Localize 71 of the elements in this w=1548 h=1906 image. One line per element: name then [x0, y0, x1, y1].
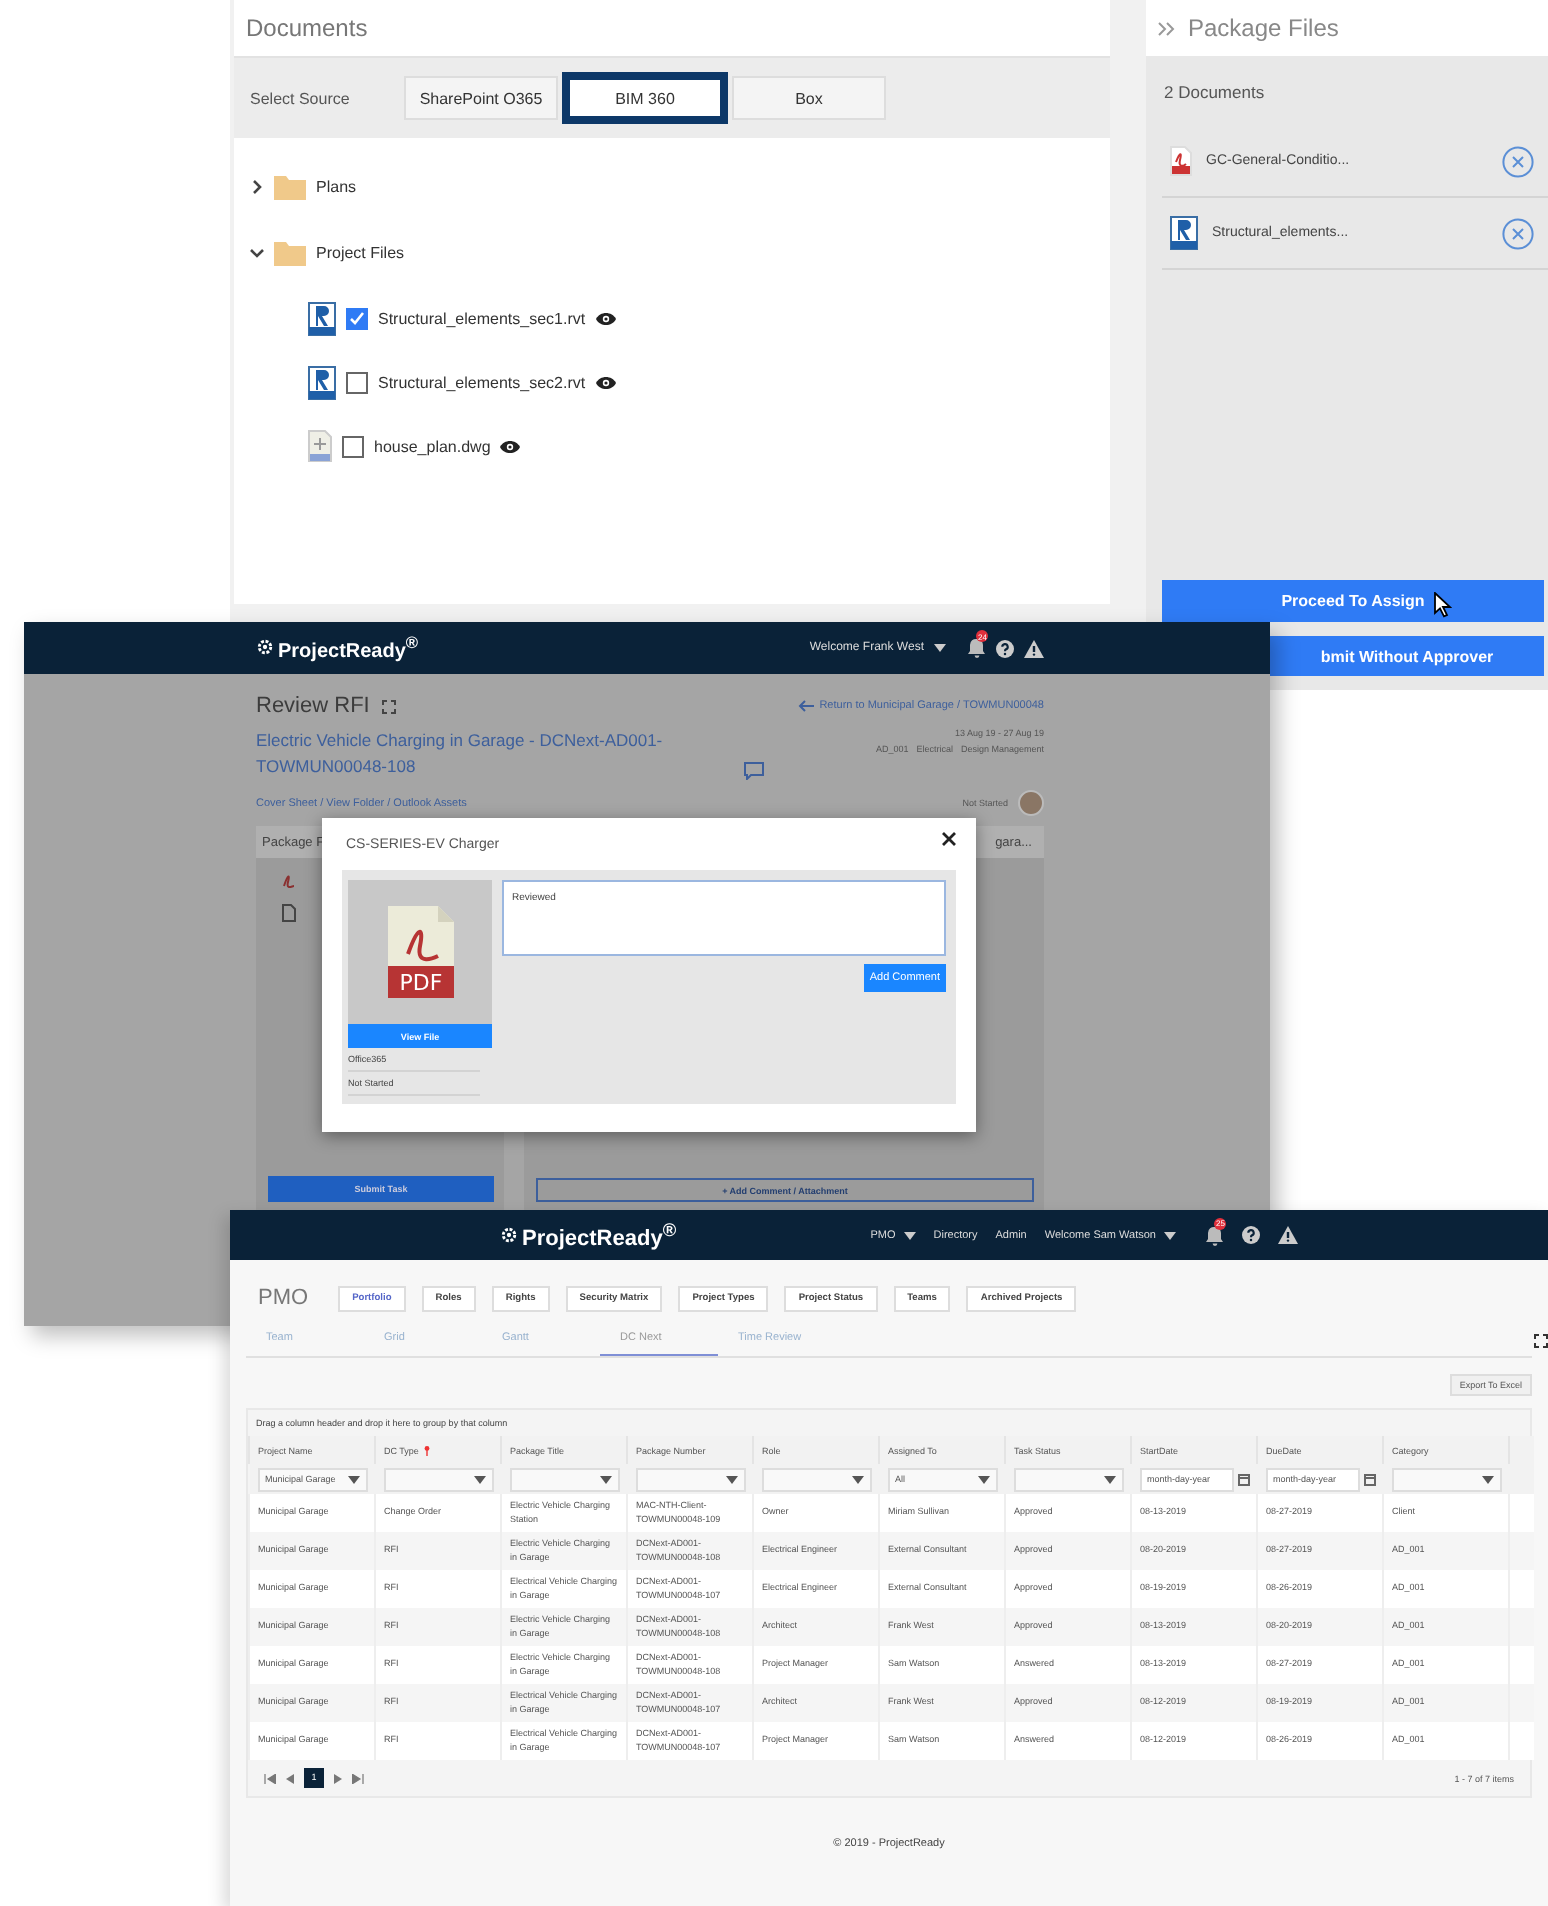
proceed-button[interactable]: Proceed To Assign — [1162, 580, 1544, 622]
submit-button[interactable]: bmit Without Approver — [1270, 636, 1544, 676]
caret-icon[interactable] — [1164, 1231, 1176, 1239]
file-name[interactable]: Structural_elements_sec1.rvt — [378, 309, 586, 327]
document-count: 2 Documents — [1162, 80, 1267, 106]
folder-label[interactable]: Plans — [316, 178, 357, 196]
eye-icon[interactable] — [595, 311, 616, 325]
caret-icon — [1481, 1475, 1493, 1483]
previous-page-icon[interactable] — [286, 1773, 294, 1783]
folder-label[interactable]: Project Files — [316, 244, 405, 262]
logo-text[interactable]: ProjectReady$^{®}$ — [522, 1219, 677, 1251]
comment-icon[interactable] — [744, 762, 764, 780]
chevron-right-icon[interactable] — [250, 180, 264, 194]
avatar — [1018, 790, 1044, 816]
remove-icon[interactable] — [1502, 145, 1534, 177]
folder-icon — [274, 174, 306, 200]
double-chevron-icon[interactable] — [1158, 21, 1176, 35]
pointer-icon — [1434, 592, 1452, 618]
arrow-left-icon — [797, 700, 814, 712]
file-name[interactable]: Structural_elements_sec2.rvt — [378, 373, 586, 391]
close-icon[interactable] — [942, 831, 956, 845]
drawing-file-icon — [308, 430, 332, 462]
warning-icon[interactable] — [1024, 639, 1044, 657]
help-icon[interactable] — [1242, 1226, 1260, 1244]
bell-icon[interactable] — [1206, 1225, 1224, 1245]
page-title: Review RFI — [256, 694, 370, 718]
checkbox[interactable] — [346, 371, 368, 393]
caret-icon — [347, 1475, 359, 1483]
logo-text[interactable]: ProjectReady$^{®}$ — [278, 632, 419, 664]
document-icon — [282, 904, 296, 922]
calendar-icon[interactable] — [1363, 1473, 1375, 1485]
checkbox[interactable] — [346, 307, 368, 329]
revit-file-icon — [308, 365, 336, 399]
caret-icon — [934, 644, 946, 652]
revit-file-icon — [308, 301, 336, 335]
file-name[interactable]: house_plan.dwg — [374, 437, 491, 455]
caret-icon[interactable] — [903, 1231, 916, 1239]
caret-icon — [599, 1475, 611, 1483]
gear-icon — [500, 1226, 518, 1244]
caret-icon — [725, 1475, 737, 1483]
bell-icon[interactable] — [968, 638, 986, 658]
source-tab[interactable]: Box — [732, 76, 886, 120]
next-page-icon[interactable] — [334, 1773, 342, 1783]
revit-file-icon — [1170, 216, 1198, 250]
warning-icon[interactable] — [1278, 1226, 1298, 1244]
eye-icon[interactable] — [500, 439, 521, 453]
file-type-label: PDF — [398, 970, 442, 996]
eye-icon[interactable] — [595, 375, 616, 389]
checkbox[interactable] — [342, 435, 364, 457]
gear-icon — [256, 638, 274, 657]
chevron-down-icon[interactable] — [250, 246, 264, 260]
remove-icon[interactable] — [1502, 217, 1534, 249]
last-page-icon[interactable] — [352, 1773, 364, 1783]
calendar-icon[interactable] — [1237, 1473, 1249, 1485]
caret-icon — [1103, 1475, 1115, 1483]
folder-icon — [274, 240, 306, 266]
pdf-document-icon — [387, 906, 453, 998]
pdf-file-icon — [282, 872, 296, 888]
fullscreen-icon[interactable] — [1534, 1333, 1548, 1347]
caret-icon — [851, 1475, 863, 1483]
caret-icon — [473, 1475, 485, 1483]
source-tab[interactable]: BIM 360 — [562, 72, 728, 124]
expand-icon[interactable] — [381, 699, 396, 713]
pdf-file-icon — [1170, 146, 1192, 176]
page-title: PMO — [258, 1286, 309, 1310]
source-label: Select Source — [250, 89, 352, 107]
caret-icon — [977, 1475, 989, 1483]
first-page-icon[interactable] — [264, 1773, 276, 1783]
source-tab[interactable]: SharePoint O365 — [404, 76, 558, 120]
help-icon[interactable] — [996, 639, 1014, 657]
panel-title: Package Files — [1188, 14, 1339, 42]
